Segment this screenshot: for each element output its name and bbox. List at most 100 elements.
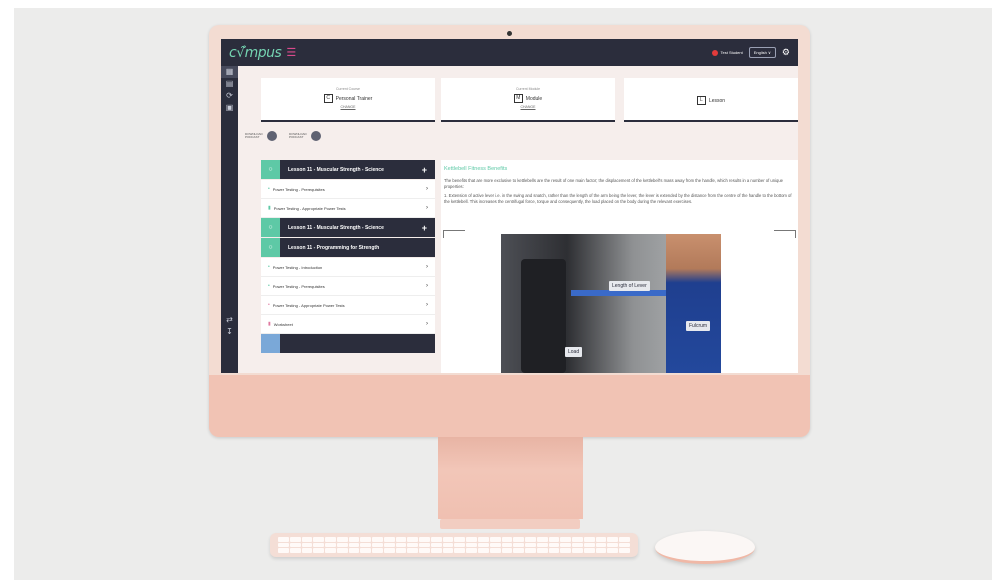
dashboard-icon[interactable]: ▦ <box>221 66 238 78</box>
language-select[interactable]: English ∨ <box>748 47 776 58</box>
content-paragraph: 1. Extension of active lever i.e. in the… <box>444 193 792 204</box>
keyboard-key <box>407 537 419 542</box>
keyboard-key <box>442 548 454 553</box>
download-podcast-button[interactable]: DOWNLOAD PODCAST <box>289 131 321 141</box>
lesson-group-title: Lesson 11 - Programming for Strength <box>288 244 380 251</box>
keyboard-key <box>313 548 325 553</box>
course-cards: Current Course C Personal Trainer CHANGE … <box>261 78 798 122</box>
keyboard-key <box>548 542 560 548</box>
logo: c√̃mpus <box>229 44 282 61</box>
change-course-link[interactable]: CHANGE <box>261 105 435 109</box>
keyboard-key <box>501 537 513 542</box>
load-label: Load <box>565 347 583 357</box>
keyboard-key <box>525 542 536 548</box>
keyboard-key <box>430 537 442 542</box>
frame-corner <box>774 230 796 238</box>
keyboard-key <box>489 542 501 548</box>
keyboard-key <box>548 537 560 542</box>
keyboard-key <box>313 542 325 548</box>
module-letter-icon: M <box>513 94 523 103</box>
keyboard-key <box>583 537 595 542</box>
headphones-icon <box>267 131 277 141</box>
gear-icon[interactable]: ⚙ <box>782 47 790 58</box>
keyboard-key <box>583 542 595 548</box>
current-course-card[interactable]: Current Course C Personal Trainer CHANGE <box>261 78 435 122</box>
keyboard-key <box>301 548 313 553</box>
chevron-right-icon: › <box>426 264 428 270</box>
chevron-right-icon: › <box>426 321 428 327</box>
keyboard-key <box>466 548 478 553</box>
lock-icon <box>261 334 280 353</box>
keyboard-key <box>419 548 430 553</box>
keyboard-key <box>595 542 607 548</box>
student-profile[interactable]: Test Student <box>711 49 743 56</box>
list-item[interactable]: • Power Testing - Introduction › <box>261 258 435 277</box>
lesson-group-header[interactable]: ○ Lesson 11 - Muscular Strength - Scienc… <box>261 160 435 179</box>
imac-chin <box>209 375 810 437</box>
lesson-group-title: Lesson 11 - Muscular Strength - Science <box>288 224 384 231</box>
directions-icon[interactable]: ⇄ <box>221 314 238 326</box>
card-title: Lesson <box>708 97 726 104</box>
keyboard-key <box>289 537 301 542</box>
card-title: Personal Trainer <box>335 95 373 102</box>
bullet-icon: • <box>268 186 270 192</box>
list-item[interactable]: • Power Testing - Prerequisites › <box>261 180 435 199</box>
imac-display: c√̃mpus ☰ Test Student English ∨ ⚙ ▦ ▤ ⟳… <box>209 25 810 437</box>
lever-label: Length of Lever <box>609 281 650 291</box>
list-item[interactable]: • Power Testing - Appropriate Power Tests… <box>261 296 435 315</box>
keyboard-key <box>525 537 536 542</box>
keyboard-key <box>360 542 372 548</box>
kettlebell-lever-image: Length of Lever Fulcrum Load <box>501 234 721 373</box>
change-module-link[interactable]: CHANGE <box>441 105 615 109</box>
download-podcast-button[interactable]: DOWNLOAD PODCAST <box>245 131 277 141</box>
document-icon: ▮ <box>268 321 271 327</box>
list-item[interactable]: ▮ Power Testing - Appropriate Power Tests… <box>261 199 435 218</box>
list-item[interactable]: • Power Testing - Prerequisites › <box>261 277 435 296</box>
book-icon[interactable]: ▤ <box>221 78 238 90</box>
student-name: Test Student <box>720 50 743 55</box>
keyboard-key <box>560 548 572 553</box>
keyboard-key <box>430 548 442 553</box>
keyboard-key <box>572 537 583 542</box>
expand-icon[interactable]: + <box>422 223 427 233</box>
keyboard-key <box>513 537 525 542</box>
hamburger-menu-icon[interactable]: ☰ <box>286 46 296 59</box>
chevron-right-icon: › <box>426 205 428 211</box>
list-item-label: Power Testing - Introduction <box>272 264 323 270</box>
trainer-figure <box>666 234 721 373</box>
keyboard-key <box>489 548 501 553</box>
keyboard-key <box>560 542 572 548</box>
avatar <box>711 49 718 56</box>
keyboard-key <box>607 548 619 553</box>
keyboard-key <box>289 548 301 553</box>
bullet-icon: • <box>268 283 270 289</box>
keyboard-key <box>348 542 360 548</box>
current-lesson-card[interactable]: L Lesson <box>624 78 798 122</box>
camera <box>507 31 512 36</box>
top-bar: c√̃mpus ☰ Test Student English ∨ ⚙ <box>221 39 798 66</box>
list-item-label: Power Testing - Appropriate Power Tests <box>272 302 345 308</box>
bullet-icon: • <box>268 264 270 270</box>
podcast-downloads: DOWNLOAD PODCAST DOWNLOAD PODCAST <box>245 131 321 141</box>
expand-icon[interactable]: + <box>422 165 427 175</box>
keyboard-key <box>325 548 336 553</box>
fulcrum-label: Fulcrum <box>686 321 711 331</box>
support-icon[interactable]: ⟳ <box>221 90 238 102</box>
current-module-card[interactable]: Current Module M Module CHANGE <box>441 78 615 122</box>
keyboard-key <box>489 537 501 542</box>
keyboard-key <box>501 542 513 548</box>
lesson-group-header[interactable]: ○ Lesson 11 - Muscular Strength - Scienc… <box>261 218 435 237</box>
keyboard-key <box>336 537 348 542</box>
keyboard-key <box>348 548 360 553</box>
lesson-group-header[interactable] <box>261 334 435 353</box>
lesson-group-header[interactable]: ○ Lesson 11 - Programming for Strength <box>261 238 435 257</box>
bullet-icon: • <box>268 302 270 308</box>
keyboard-key <box>336 542 348 548</box>
keyboard-key <box>442 542 454 548</box>
notes-icon[interactable]: ▣ <box>221 102 238 114</box>
keyboard-key <box>301 537 313 542</box>
keyboard-key <box>430 542 442 548</box>
download-icon[interactable]: ↧ <box>221 326 238 338</box>
mouse <box>655 531 755 564</box>
list-item[interactable]: ▮ Worksheet › <box>261 315 435 334</box>
